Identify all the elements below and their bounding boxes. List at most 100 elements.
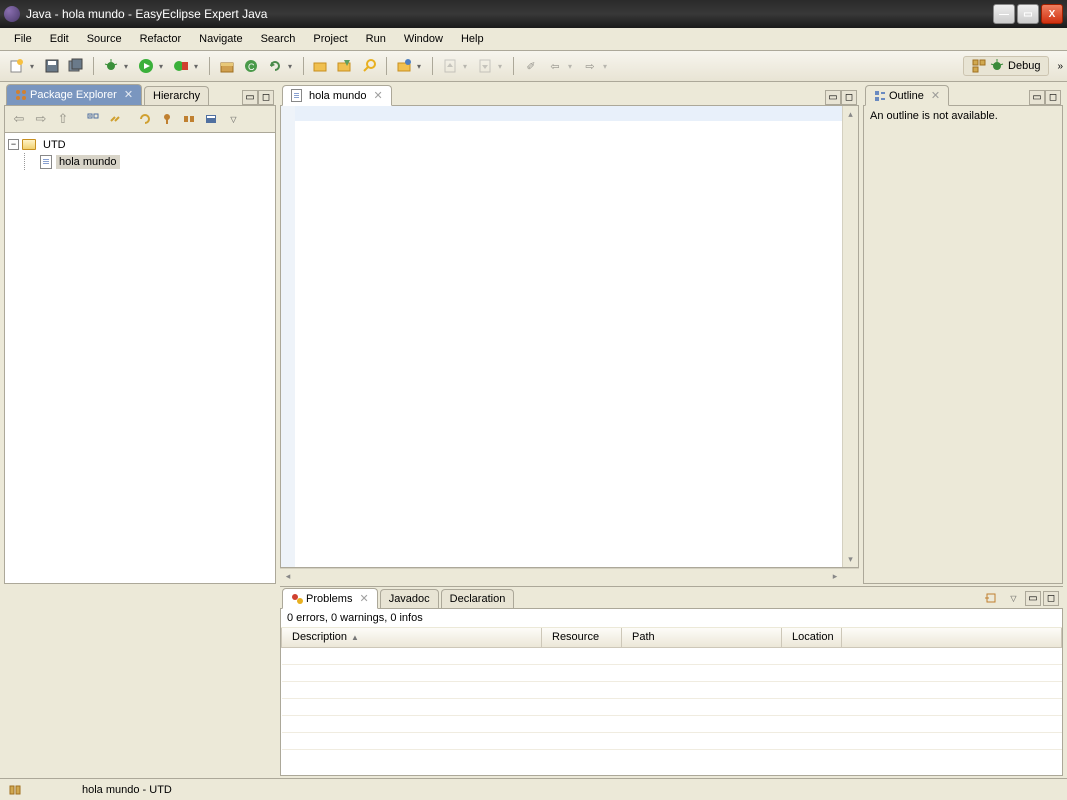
filter-problems-icon[interactable] <box>981 588 1001 608</box>
vertical-scrollbar[interactable]: ▴ ▾ <box>842 106 858 567</box>
menu-file[interactable]: File <box>6 30 40 48</box>
prev-annotation-button[interactable] <box>439 55 461 77</box>
text-editor[interactable]: ▴ ▾ <box>280 106 859 568</box>
svg-text:C: C <box>248 62 255 72</box>
status-text: hola mundo - UTD <box>82 784 172 796</box>
maximize-outline-button[interactable]: ◻ <box>1045 90 1061 105</box>
close-tab-icon[interactable]: ✕ <box>124 88 133 101</box>
run-external-button[interactable] <box>170 55 192 77</box>
view-menu-problems[interactable]: ▽ <box>1003 588 1023 608</box>
maximize-view-button[interactable]: ◻ <box>258 90 274 105</box>
outline-empty-text: An outline is not available. <box>870 110 998 122</box>
menu-search[interactable]: Search <box>253 30 304 48</box>
menu-source[interactable]: Source <box>79 30 130 48</box>
forward-dropdown[interactable]: ▾ <box>603 62 612 71</box>
annotation-button[interactable] <box>393 55 415 77</box>
run-dropdown[interactable]: ▾ <box>159 62 168 71</box>
back-nav-icon[interactable]: ⇦ <box>9 109 29 129</box>
refresh-icon[interactable] <box>135 109 155 129</box>
tree-project-row[interactable]: − UTD <box>8 136 272 153</box>
new-package-button[interactable] <box>216 55 238 77</box>
scroll-left-icon[interactable]: ◂ <box>280 569 296 584</box>
minimize-view-button[interactable]: ▭ <box>242 90 258 105</box>
menu-navigate[interactable]: Navigate <box>191 30 250 48</box>
view-menu-button[interactable] <box>201 109 221 129</box>
forward-button[interactable]: ⇨ <box>579 55 601 77</box>
view-menu-dropdown[interactable]: ▽ <box>223 109 243 129</box>
tree-file-row[interactable]: hola mundo <box>8 153 272 170</box>
tab-problems[interactable]: Problems ✕ <box>282 588 378 609</box>
refresh-button[interactable] <box>264 55 286 77</box>
close-problems-icon[interactable]: ✕ <box>359 592 368 605</box>
open-type-button[interactable] <box>310 55 332 77</box>
perspective-switcher[interactable]: Debug <box>963 56 1049 76</box>
working-set-icon[interactable] <box>179 109 199 129</box>
annotation-dropdown[interactable]: ▾ <box>417 62 426 71</box>
maximize-editor-button[interactable]: ◻ <box>841 90 857 105</box>
statusbar: hola mundo - UTD <box>0 778 1067 800</box>
scroll-right-icon[interactable]: ▸ <box>827 569 843 584</box>
tab-outline[interactable]: Outline ✕ <box>865 85 949 106</box>
toolbar-overflow[interactable]: » <box>1057 61 1061 72</box>
forward-nav-icon[interactable]: ⇨ <box>31 109 51 129</box>
close-outline-icon[interactable]: ✕ <box>931 89 940 102</box>
scroll-down-icon[interactable]: ▾ <box>843 551 858 567</box>
col-description[interactable]: Description▲ <box>282 628 542 647</box>
package-explorer-toolbar: ⇦ ⇨ ⇧ ▽ <box>4 106 276 133</box>
next-annotation-button[interactable] <box>474 55 496 77</box>
debug-dropdown[interactable]: ▾ <box>124 62 133 71</box>
open-resource-button[interactable] <box>334 55 356 77</box>
menu-window[interactable]: Window <box>396 30 451 48</box>
menu-refactor[interactable]: Refactor <box>132 30 190 48</box>
maximize-button[interactable]: ▭ <box>1017 4 1039 24</box>
editor-gutter <box>281 106 295 567</box>
up-nav-icon[interactable]: ⇧ <box>53 109 73 129</box>
outline-body: An outline is not available. <box>863 106 1063 584</box>
horizontal-scrollbar[interactable]: ◂ ▸ <box>280 568 859 584</box>
maximize-problems-button[interactable]: ◻ <box>1043 591 1059 606</box>
debug-button[interactable] <box>100 55 122 77</box>
last-edit-button[interactable]: ✐ <box>520 55 542 77</box>
back-dropdown[interactable]: ▾ <box>568 62 577 71</box>
menu-project[interactable]: Project <box>305 30 355 48</box>
save-button[interactable] <box>41 55 63 77</box>
editor-content[interactable] <box>295 106 842 567</box>
status-icon[interactable] <box>8 783 22 797</box>
tab-package-explorer[interactable]: Package Explorer ✕ <box>6 84 142 105</box>
prev-ann-dropdown[interactable]: ▾ <box>463 62 472 71</box>
run-button[interactable] <box>135 55 157 77</box>
tab-hierarchy[interactable]: Hierarchy <box>144 86 209 105</box>
tab-javadoc[interactable]: Javadoc <box>380 589 439 608</box>
link-editor-icon[interactable] <box>105 109 125 129</box>
menu-run[interactable]: Run <box>358 30 394 48</box>
new-class-button[interactable]: C <box>240 55 262 77</box>
new-button[interactable] <box>6 55 28 77</box>
close-editor-icon[interactable]: ✕ <box>374 89 383 102</box>
col-location[interactable]: Location <box>782 628 842 647</box>
scroll-up-icon[interactable]: ▴ <box>843 106 858 122</box>
run-external-dropdown[interactable]: ▾ <box>194 62 203 71</box>
perspective-new-icon <box>972 59 986 73</box>
javadoc-tab-label: Javadoc <box>389 593 430 605</box>
editor-tab[interactable]: hola mundo ✕ <box>282 85 392 106</box>
search-button[interactable] <box>358 55 380 77</box>
table-row <box>282 715 1062 732</box>
minimize-editor-button[interactable]: ▭ <box>825 90 841 105</box>
expand-toggle-icon[interactable]: − <box>8 139 19 150</box>
back-button[interactable]: ⇦ <box>544 55 566 77</box>
next-ann-dropdown[interactable]: ▾ <box>498 62 507 71</box>
minimize-problems-button[interactable]: ▭ <box>1025 591 1041 606</box>
minimize-button[interactable]: — <box>993 4 1015 24</box>
collapse-all-icon[interactable] <box>83 109 103 129</box>
filter-icon[interactable] <box>157 109 177 129</box>
new-dropdown[interactable]: ▾ <box>30 62 39 71</box>
col-resource[interactable]: Resource <box>542 628 622 647</box>
close-button[interactable]: X <box>1041 4 1063 24</box>
tab-declaration[interactable]: Declaration <box>441 589 515 608</box>
col-path[interactable]: Path <box>622 628 782 647</box>
menu-edit[interactable]: Edit <box>42 30 77 48</box>
menu-help[interactable]: Help <box>453 30 492 48</box>
refresh-dropdown[interactable]: ▾ <box>288 62 297 71</box>
save-all-button[interactable] <box>65 55 87 77</box>
minimize-outline-button[interactable]: ▭ <box>1029 90 1045 105</box>
